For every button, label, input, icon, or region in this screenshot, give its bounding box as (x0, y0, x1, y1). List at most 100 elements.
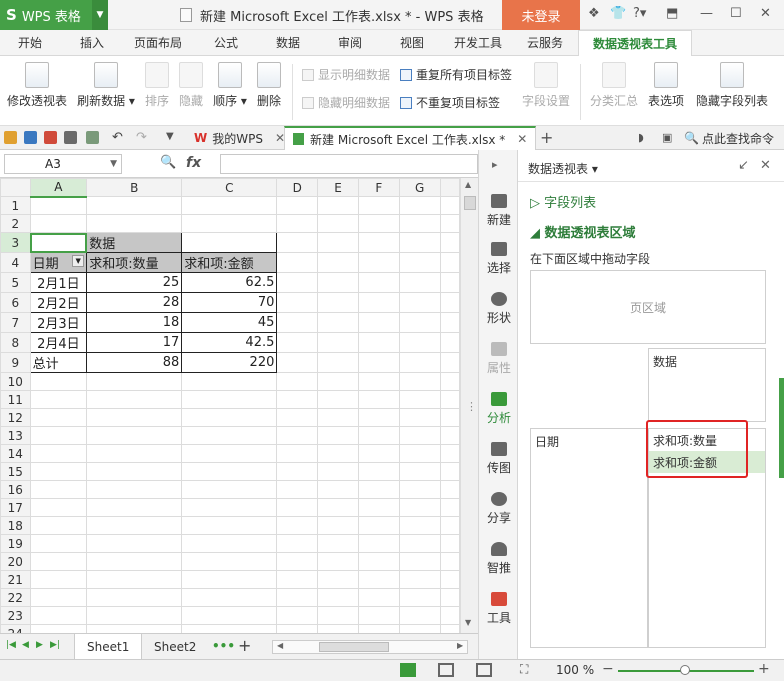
cell[interactable] (29, 232, 88, 253)
row-header[interactable]: 8 (0, 332, 31, 353)
add-sheet-button[interactable]: + (238, 636, 251, 655)
side-tool-select[interactable]: 选择 (479, 242, 519, 276)
cell[interactable] (181, 408, 278, 427)
cell[interactable] (398, 332, 441, 353)
cell[interactable] (317, 426, 359, 445)
cell[interactable]: 17 (86, 332, 183, 353)
cell[interactable] (86, 588, 183, 607)
cell[interactable] (29, 552, 88, 571)
cell[interactable] (357, 426, 400, 445)
tab-data[interactable]: 数据 (276, 30, 300, 56)
cell[interactable] (398, 552, 441, 571)
cell[interactable] (398, 372, 441, 391)
cell[interactable] (276, 272, 319, 293)
cell[interactable] (317, 372, 359, 391)
cell[interactable] (276, 588, 319, 607)
cell[interactable] (86, 534, 183, 553)
cell[interactable] (398, 408, 441, 427)
sort-button[interactable]: 排序 (142, 62, 172, 109)
repeat-labels-button[interactable]: 重复所有项目标签 (400, 66, 512, 83)
close-icon[interactable]: ✕ (760, 6, 771, 21)
cell[interactable] (86, 196, 183, 215)
side-tool-properties[interactable]: 属性 (479, 342, 519, 376)
cell[interactable] (317, 252, 359, 273)
tab-review[interactable]: 审阅 (338, 30, 362, 56)
cell[interactable]: 88 (86, 352, 183, 373)
cell[interactable] (86, 606, 183, 625)
cell[interactable] (276, 552, 319, 571)
row-area-box[interactable]: 日期 (530, 428, 648, 648)
vertical-scrollbar[interactable]: ▲ ⋮ ▼ (460, 178, 478, 633)
cell[interactable] (357, 588, 400, 607)
column-header[interactable]: F (357, 178, 400, 197)
cell[interactable] (317, 408, 359, 427)
name-box[interactable]: A3 ▼ (4, 154, 122, 174)
cell[interactable] (439, 252, 460, 273)
zoom-slider-handle[interactable] (680, 665, 690, 675)
cell[interactable] (181, 570, 278, 589)
scroll-thumb[interactable] (319, 642, 389, 652)
cell[interactable] (317, 232, 359, 253)
print-icon[interactable] (64, 131, 77, 144)
cell[interactable] (357, 408, 400, 427)
undo-icon[interactable]: ↶ (112, 130, 123, 145)
refresh-data-button[interactable]: 刷新数据 ▾ (74, 62, 138, 109)
column-field[interactable]: 数据 (653, 355, 677, 369)
cell[interactable] (398, 196, 441, 215)
skin-icon[interactable]: ❖ (588, 6, 600, 21)
cell[interactable] (181, 214, 278, 233)
row-header[interactable]: 20 (0, 552, 31, 571)
cell[interactable]: 70 (181, 292, 278, 313)
row-header[interactable]: 14 (0, 444, 31, 463)
row-header[interactable]: 11 (0, 390, 31, 409)
cell[interactable] (439, 570, 460, 589)
tab-list-icon[interactable]: ◗ (638, 131, 644, 144)
cell[interactable] (357, 390, 400, 409)
cell[interactable] (357, 214, 400, 233)
chevron-down-icon[interactable]: ▼ (110, 155, 117, 173)
cell[interactable] (398, 498, 441, 517)
add-tab-icon[interactable]: + (540, 128, 553, 147)
cell[interactable] (317, 534, 359, 553)
cell[interactable] (317, 480, 359, 499)
cell[interactable] (276, 232, 319, 253)
cell[interactable] (357, 292, 400, 313)
cell[interactable] (398, 272, 441, 293)
cell[interactable] (439, 272, 460, 293)
cell[interactable]: 2月3日 (29, 312, 88, 333)
tab-page-layout[interactable]: 页面布局 (134, 30, 182, 56)
cell[interactable] (317, 196, 359, 215)
cell[interactable] (317, 390, 359, 409)
cell[interactable] (439, 444, 460, 463)
cell[interactable] (86, 516, 183, 535)
page-layout-view-icon[interactable] (438, 663, 454, 677)
cell[interactable] (29, 480, 88, 499)
cell[interactable] (439, 232, 460, 253)
cell[interactable] (398, 252, 441, 273)
cell[interactable] (86, 214, 183, 233)
dock-icon[interactable]: ↙ (738, 158, 749, 173)
order-button[interactable]: 顺序 ▾ (210, 62, 250, 109)
cell[interactable] (29, 408, 88, 427)
collapse-icon[interactable]: ▸ (492, 158, 498, 171)
cell[interactable] (439, 372, 460, 391)
column-area-box[interactable]: 数据 (648, 348, 766, 422)
cell[interactable] (317, 588, 359, 607)
row-header[interactable]: 17 (0, 498, 31, 517)
cell-table[interactable]: A B C D E F G 1 2 3 数据 4 ▼ 日期 求和项:数量 求和项:金额 5 2月1日… (0, 178, 460, 633)
cell[interactable]: 18 (86, 312, 183, 333)
more-sheets-button[interactable]: ••• (212, 639, 235, 653)
cell[interactable] (86, 552, 183, 571)
row-header[interactable]: 23 (0, 606, 31, 625)
column-header[interactable]: G (398, 178, 441, 197)
cell[interactable] (29, 214, 88, 233)
cell[interactable] (317, 624, 359, 633)
scroll-left-icon[interactable]: ◀ (277, 641, 283, 650)
cell[interactable] (439, 332, 460, 353)
spreadsheet-grid[interactable]: A B C D E F G 1 2 3 数据 4 ▼ 日期 求和项:数量 求和项:金额 5 2月1日… (0, 178, 460, 633)
cell[interactable] (357, 196, 400, 215)
cell[interactable] (357, 624, 400, 633)
cell[interactable] (181, 196, 278, 215)
doctab-my-wps[interactable]: W 我的WPS ✕ (188, 126, 291, 150)
cell[interactable] (398, 232, 441, 253)
